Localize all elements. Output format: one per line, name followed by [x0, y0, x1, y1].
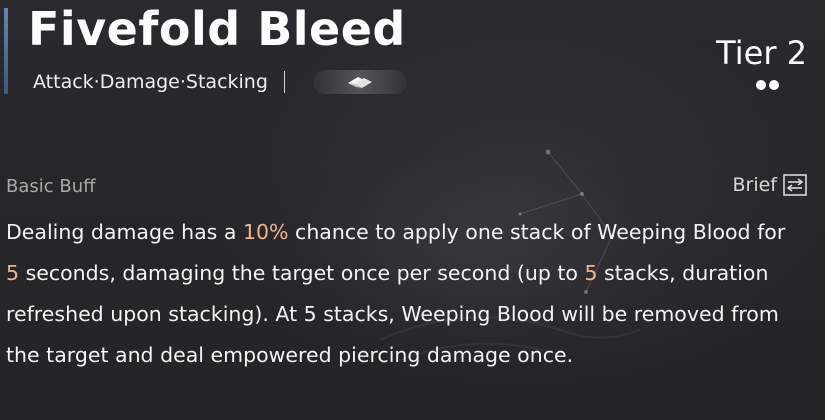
desc-text: chance to apply one stack of Weeping Blo… [288, 220, 786, 244]
accent-bar [4, 8, 8, 94]
skill-title: Fivefold Bleed [28, 2, 406, 56]
skill-tags-row: Attack·Damage·Stacking [33, 68, 407, 96]
skill-tags: Attack·Damage·Stacking [33, 71, 268, 93]
brief-label: Brief [732, 174, 777, 196]
skill-description: Dealing damage has a 10% chance to apply… [6, 212, 801, 376]
tier-label: Tier 2 [716, 34, 807, 72]
tier-dot [769, 80, 779, 90]
duration-value: 5 [6, 261, 20, 285]
tier-dots [756, 80, 779, 90]
card-badge [312, 70, 407, 94]
brief-toggle-button[interactable]: Brief [732, 174, 807, 196]
chance-value: 10% [242, 220, 289, 244]
tags-divider [283, 71, 285, 93]
desc-text: seconds, damaging the target once per se… [19, 261, 585, 285]
swap-arrows-icon [783, 174, 807, 196]
desc-text: Dealing damage has a [6, 220, 243, 244]
section-label: Basic Buff [6, 176, 96, 197]
tier-dot [756, 80, 766, 90]
cards-icon [347, 77, 372, 88]
max-stacks-value: 5 [584, 261, 598, 285]
